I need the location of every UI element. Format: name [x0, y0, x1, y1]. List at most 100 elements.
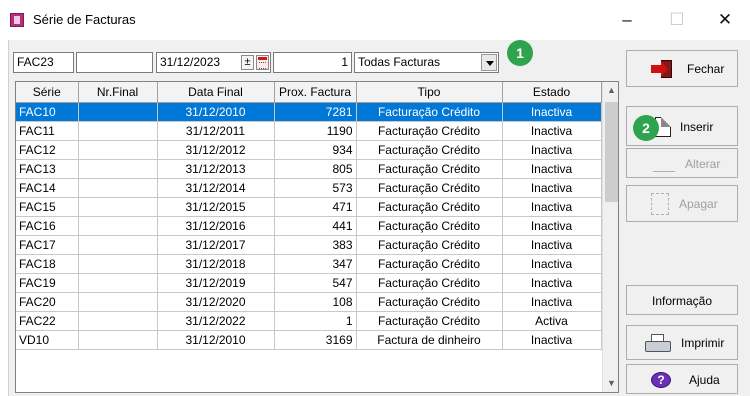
cell-prox[interactable]: 3169 [274, 330, 357, 350]
cell-estado[interactable]: Inactiva [502, 102, 602, 122]
cell-data-final[interactable]: 31/12/2014 [157, 178, 275, 198]
tipo-filter-select[interactable]: Todas Facturas [354, 52, 499, 73]
cell-tipo[interactable]: Facturação Crédito [356, 159, 503, 179]
table-row[interactable]: FAC14 31/12/2014 573 Facturação Crédito Inac… [16, 178, 602, 198]
cell-data-final[interactable]: 31/12/2018 [157, 254, 275, 274]
table-row[interactable]: FAC15 31/12/2015 471 Facturação Crédito Inac… [16, 197, 602, 217]
table-row[interactable]: FAC19 31/12/2019 547 Facturação Crédito Inac… [16, 273, 602, 293]
cell-estado[interactable]: Inactiva [502, 178, 602, 198]
cell-data-final[interactable]: 31/12/2022 [157, 311, 275, 331]
cell-estado[interactable]: Inactiva [502, 292, 602, 312]
table-row[interactable]: FAC11 31/12/2011 1190 Facturação Crédito Ina… [16, 121, 602, 141]
cell-prox[interactable]: 7281 [274, 102, 357, 122]
fechar-button[interactable]: Fechar [626, 50, 738, 87]
serie-filter-input[interactable]: FAC23 [13, 52, 74, 73]
cell-tipo[interactable]: Facturação Crédito [356, 121, 503, 141]
cell-nr-final[interactable] [78, 235, 158, 255]
chevron-down-icon[interactable] [481, 54, 497, 71]
table-row[interactable]: FAC10 31/12/2010 7281 Facturação Crédito Ina… [16, 102, 602, 122]
cell-prox[interactable]: 1190 [274, 121, 357, 141]
cell-prox[interactable]: 934 [274, 140, 357, 160]
cell-tipo[interactable]: Facturação Crédito [356, 273, 503, 293]
cell-tipo[interactable]: Facturação Crédito [356, 292, 503, 312]
cell-nr-final[interactable] [78, 254, 158, 274]
cell-serie[interactable]: FAC17 [16, 235, 79, 255]
cell-serie[interactable]: FAC19 [16, 273, 79, 293]
cell-estado[interactable]: Inactiva [502, 197, 602, 217]
cell-estado[interactable]: Inactiva [502, 330, 602, 350]
cell-prox[interactable]: 1 [274, 311, 357, 331]
cell-prox[interactable]: 383 [274, 235, 357, 255]
calendar-icon[interactable] [256, 55, 269, 70]
cell-prox[interactable]: 441 [274, 216, 357, 236]
column-header-data-final[interactable]: Data Final [157, 82, 275, 103]
cell-estado[interactable]: Inactiva [502, 254, 602, 274]
cell-estado[interactable]: Inactiva [502, 216, 602, 236]
cell-serie[interactable]: FAC20 [16, 292, 79, 312]
apagar-button[interactable]: Apagar [626, 185, 738, 222]
cell-tipo[interactable]: Facturação Crédito [356, 197, 503, 217]
cell-nr-final[interactable] [78, 311, 158, 331]
cell-prox[interactable]: 805 [274, 159, 357, 179]
cell-serie[interactable]: FAC10 [16, 102, 79, 122]
alterar-button[interactable]: Alterar [626, 148, 738, 178]
cell-nr-final[interactable] [78, 273, 158, 293]
table-row[interactable]: FAC17 31/12/2017 383 Facturação Crédito Inac… [16, 235, 602, 255]
table-row[interactable]: FAC13 31/12/2013 805 Facturação Crédito Inac… [16, 159, 602, 179]
cell-prox[interactable]: 547 [274, 273, 357, 293]
maximize-button[interactable]: ☐ [662, 7, 692, 33]
minimize-button[interactable]: – [612, 7, 642, 33]
column-header-serie[interactable]: Série [16, 82, 79, 103]
ajuda-button[interactable]: ? Ajuda [626, 364, 738, 394]
scroll-up-arrow-icon[interactable]: ▲ [603, 82, 618, 99]
cell-tipo[interactable]: Facturação Crédito [356, 254, 503, 274]
series-grid[interactable]: Série Nr.Final Data Final Prox. Factura … [15, 81, 619, 393]
column-header-prox-factura[interactable]: Prox. Factura [274, 82, 357, 103]
cell-data-final[interactable]: 31/12/2013 [157, 159, 275, 179]
cell-data-final[interactable]: 31/12/2015 [157, 197, 275, 217]
cell-serie[interactable]: FAC22 [16, 311, 79, 331]
nr-final-filter-input[interactable] [76, 52, 153, 73]
cell-serie[interactable]: FAC13 [16, 159, 79, 179]
cell-serie[interactable]: FAC15 [16, 197, 79, 217]
table-row[interactable]: FAC18 31/12/2018 347 Facturação Crédito Inac… [16, 254, 602, 274]
cell-prox[interactable]: 108 [274, 292, 357, 312]
imprimir-button[interactable]: Imprimir [626, 325, 738, 360]
table-row[interactable]: FAC22 31/12/2022 1 Facturação Crédito Activa [16, 311, 602, 331]
cell-nr-final[interactable] [78, 121, 158, 141]
cell-nr-final[interactable] [78, 178, 158, 198]
cell-nr-final[interactable] [78, 140, 158, 160]
vertical-scrollbar[interactable]: ▲ ▼ [602, 82, 618, 392]
cell-data-final[interactable]: 31/12/2010 [157, 102, 275, 122]
column-header-tipo[interactable]: Tipo [356, 82, 503, 103]
cell-serie[interactable]: FAC12 [16, 140, 79, 160]
plus-minus-icon[interactable]: ± [241, 55, 254, 70]
cell-tipo[interactable]: Facturação Crédito [356, 216, 503, 236]
cell-tipo[interactable]: Factura de dinheiro [356, 330, 503, 350]
cell-nr-final[interactable] [78, 102, 158, 122]
cell-data-final[interactable]: 31/12/2010 [157, 330, 275, 350]
cell-data-final[interactable]: 31/12/2019 [157, 273, 275, 293]
cell-serie[interactable]: FAC11 [16, 121, 79, 141]
cell-serie[interactable]: FAC18 [16, 254, 79, 274]
cell-serie[interactable]: VD10 [16, 330, 79, 350]
table-row[interactable]: FAC16 31/12/2016 441 Facturação Crédito Inac… [16, 216, 602, 236]
cell-estado[interactable]: Inactiva [502, 159, 602, 179]
close-button[interactable]: ✕ [710, 7, 740, 33]
cell-data-final[interactable]: 31/12/2011 [157, 121, 275, 141]
cell-nr-final[interactable] [78, 292, 158, 312]
informacao-button[interactable]: Informação [626, 285, 738, 315]
cell-estado[interactable]: Inactiva [502, 121, 602, 141]
column-header-nr-final[interactable]: Nr.Final [78, 82, 158, 103]
table-row[interactable]: VD10 31/12/2010 3169 Factura de dinheiro Ina… [16, 330, 602, 350]
prox-factura-filter-input[interactable]: 1 [273, 52, 352, 73]
cell-tipo[interactable]: Facturação Crédito [356, 140, 503, 160]
cell-prox[interactable]: 347 [274, 254, 357, 274]
cell-nr-final[interactable] [78, 330, 158, 350]
cell-data-final[interactable]: 31/12/2012 [157, 140, 275, 160]
cell-estado[interactable]: Activa [502, 311, 602, 331]
table-row[interactable]: FAC12 31/12/2012 934 Facturação Crédito Inac… [16, 140, 602, 160]
cell-prox[interactable]: 471 [274, 197, 357, 217]
cell-data-final[interactable]: 31/12/2020 [157, 292, 275, 312]
cell-estado[interactable]: Inactiva [502, 235, 602, 255]
